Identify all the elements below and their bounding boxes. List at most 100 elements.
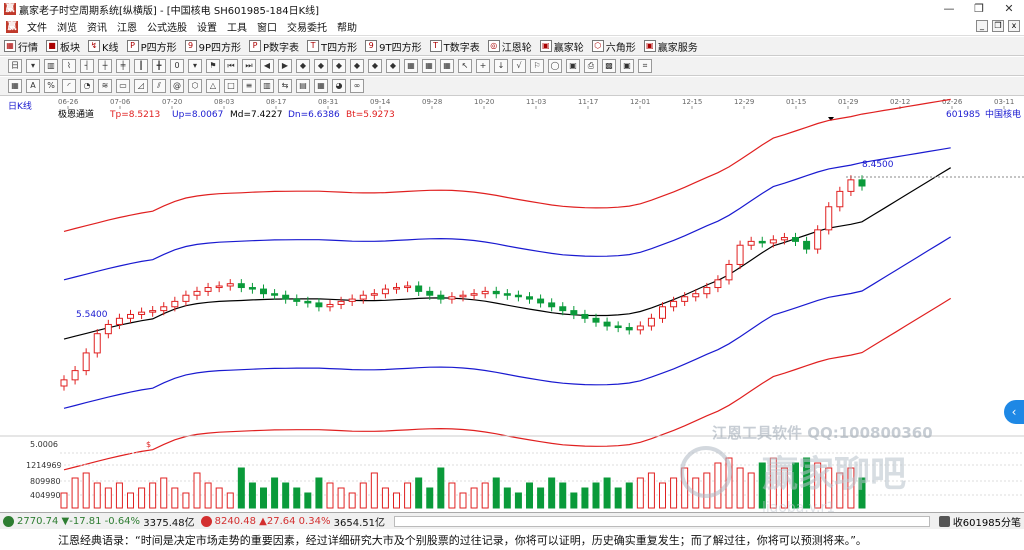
fan-icon[interactable]: ◿ <box>134 79 148 93</box>
candle2-icon[interactable]: ┼ <box>98 59 112 73</box>
table4-icon[interactable]: ▦ <box>314 79 328 93</box>
diamond2-icon[interactable]: ◆ <box>314 59 328 73</box>
bar-chart-icon[interactable]: ▥ <box>44 59 58 73</box>
table-icon[interactable]: ▦ <box>404 59 418 73</box>
minimize-button[interactable]: — <box>934 0 964 18</box>
channel-icon[interactable]: ⫽ <box>152 79 166 93</box>
period-select-icon[interactable]: 日 <box>8 59 22 73</box>
diamond4-icon[interactable]: ◆ <box>350 59 364 73</box>
spread-icon[interactable]: ⇆ <box>278 79 292 93</box>
chart-area[interactable]: 06-26 07-06 07-20 08-03 08-17 08-31 09-14 09-28… <box>0 96 1024 516</box>
toolbar-p-square-button[interactable]: P P四方形 <box>123 39 181 54</box>
globe-icon[interactable]: ◕ <box>332 79 346 93</box>
toolbar-t-table-button[interactable]: T T数字表 <box>426 39 484 54</box>
toolbar-t-square-button[interactable]: T T四方形 <box>303 39 361 54</box>
diamond-icon[interactable]: ◆ <box>296 59 310 73</box>
menu-window[interactable]: 窗口 <box>252 19 282 34</box>
car-icon[interactable]: ▣ <box>620 59 634 73</box>
toolbar-service-button[interactable]: ▣ 赢家服务 <box>640 39 702 54</box>
mdi-minimize-button[interactable]: _ <box>976 20 988 32</box>
spiral-icon[interactable]: @ <box>170 79 184 93</box>
menu-file[interactable]: 文件 <box>22 19 52 34</box>
menu-browse[interactable]: 浏览 <box>52 19 82 34</box>
mdi-restore-button[interactable]: ❐ <box>992 20 1004 32</box>
mdi-close-button[interactable]: x <box>1008 20 1020 32</box>
candle-body <box>93 333 101 354</box>
diamond5-icon[interactable]: ◆ <box>368 59 382 73</box>
kline-icon: ↯ <box>88 40 100 52</box>
toolbar-hexagon-button[interactable]: ⬡ 六角形 <box>588 39 640 54</box>
candle-icon[interactable]: ┤ <box>80 59 94 73</box>
table3-icon[interactable]: ▦ <box>440 59 454 73</box>
circle-icon[interactable]: ◯ <box>548 59 562 73</box>
toolbar-p-table-button[interactable]: P P数字表 <box>245 39 303 54</box>
right-icon[interactable]: ▶ <box>278 59 292 73</box>
volume-bar <box>670 477 678 509</box>
candle-body <box>370 293 378 296</box>
toolbar-kline-button[interactable]: ↯ K线 <box>84 39 123 54</box>
line-chart-icon[interactable]: ⌇ <box>62 59 76 73</box>
flag-icon[interactable]: ⚑ <box>206 59 220 73</box>
percent-icon[interactable]: % <box>44 79 58 93</box>
status-scrollbar[interactable] <box>394 515 930 527</box>
toolbar-9p-square-button[interactable]: 9 9P四方形 <box>181 39 245 54</box>
box-icon[interactable]: ▭ <box>116 79 130 93</box>
tick-detail-group[interactable]: 收601985分笔 <box>936 514 1024 529</box>
candle3-icon[interactable]: ╪ <box>116 59 130 73</box>
sh-index-group[interactable]: 2770.74 ▼-17.81 -0.64% 3375.48亿 <box>0 514 198 529</box>
print-icon[interactable]: ⎙ <box>584 59 598 73</box>
candle4-icon[interactable]: ┃ <box>134 59 148 73</box>
columns-icon[interactable]: ▤ <box>296 79 310 93</box>
close-button[interactable]: ✕ <box>994 0 1024 18</box>
menu-trade[interactable]: 交易委托 <box>282 19 332 34</box>
number-icon[interactable]: 0 <box>170 59 184 73</box>
arc-icon[interactable]: ◜ <box>62 79 76 93</box>
aa-icon[interactable]: A <box>26 79 40 93</box>
toolbar-9t-square-button[interactable]: 9 9T四方形 <box>361 39 425 54</box>
dropdown-icon[interactable]: ▾ <box>26 59 40 73</box>
grid-menu-icon[interactable]: ▦ <box>8 79 22 93</box>
save-icon[interactable]: ▣ <box>566 59 580 73</box>
kline-chart[interactable]: 06-26 07-06 07-20 08-03 08-17 08-31 09-14 09-28… <box>0 96 1024 516</box>
last-icon[interactable]: ⏭ <box>242 59 256 73</box>
side-expand-button[interactable]: ‹ <box>1004 400 1024 424</box>
first-icon[interactable]: ⏮ <box>224 59 238 73</box>
gift-icon[interactable]: ⚐ <box>530 59 544 73</box>
menu-settings[interactable]: 设置 <box>192 19 222 34</box>
toolbar-sector-button[interactable]: ■ 板块 <box>42 39 84 54</box>
menu-app-icon[interactable]: 赢 <box>6 20 18 33</box>
toolbar-quote-button[interactable]: ▦ 行情 <box>0 39 42 54</box>
candle-body <box>237 283 245 289</box>
tri-icon[interactable]: △ <box>206 79 220 93</box>
sector-icon[interactable]: ◔ <box>80 79 94 93</box>
menu-formula[interactable]: 公式选股 <box>142 19 192 34</box>
diamond6-icon[interactable]: ◆ <box>386 59 400 73</box>
menu-gann[interactable]: 江恩 <box>112 19 142 34</box>
menu-help[interactable]: 帮助 <box>332 19 362 34</box>
table2-icon[interactable]: ▦ <box>422 59 436 73</box>
candle-body <box>415 285 423 292</box>
menu-tools[interactable]: 工具 <box>222 19 252 34</box>
ruler-icon[interactable]: ⌗ <box>638 59 652 73</box>
cursor-icon[interactable]: ↖ <box>458 59 472 73</box>
bars-icon[interactable]: ▥ <box>260 79 274 93</box>
photo-icon[interactable]: ▩ <box>602 59 616 73</box>
sz-index-group[interactable]: 8240.48 ▲27.64 0.34% 3654.51亿 <box>198 514 388 529</box>
menu-info[interactable]: 资讯 <box>82 19 112 34</box>
crosshair-icon[interactable]: + <box>476 59 490 73</box>
volume-bar <box>282 482 290 509</box>
vline-icon[interactable]: √ <box>512 59 526 73</box>
step-icon[interactable]: ≡ <box>242 79 256 93</box>
ray-icon[interactable]: ↓ <box>494 59 508 73</box>
maximize-button[interactable]: ❐ <box>964 0 994 18</box>
toolbar-winner-wheel-button[interactable]: ▣ 赢家轮 <box>536 39 588 54</box>
left-icon[interactable]: ◀ <box>260 59 274 73</box>
wave-icon[interactable]: ≋ <box>98 79 112 93</box>
toolbar-gann-wheel-button[interactable]: ◎ 江恩轮 <box>484 39 536 54</box>
dropdown2-icon[interactable]: ▾ <box>188 59 202 73</box>
candle5-icon[interactable]: ╋ <box>152 59 166 73</box>
infinity-icon[interactable]: ∞ <box>350 79 364 93</box>
diamond3-icon[interactable]: ◆ <box>332 59 346 73</box>
hex-icon[interactable]: ⬡ <box>188 79 202 93</box>
square-icon[interactable]: □ <box>224 79 238 93</box>
